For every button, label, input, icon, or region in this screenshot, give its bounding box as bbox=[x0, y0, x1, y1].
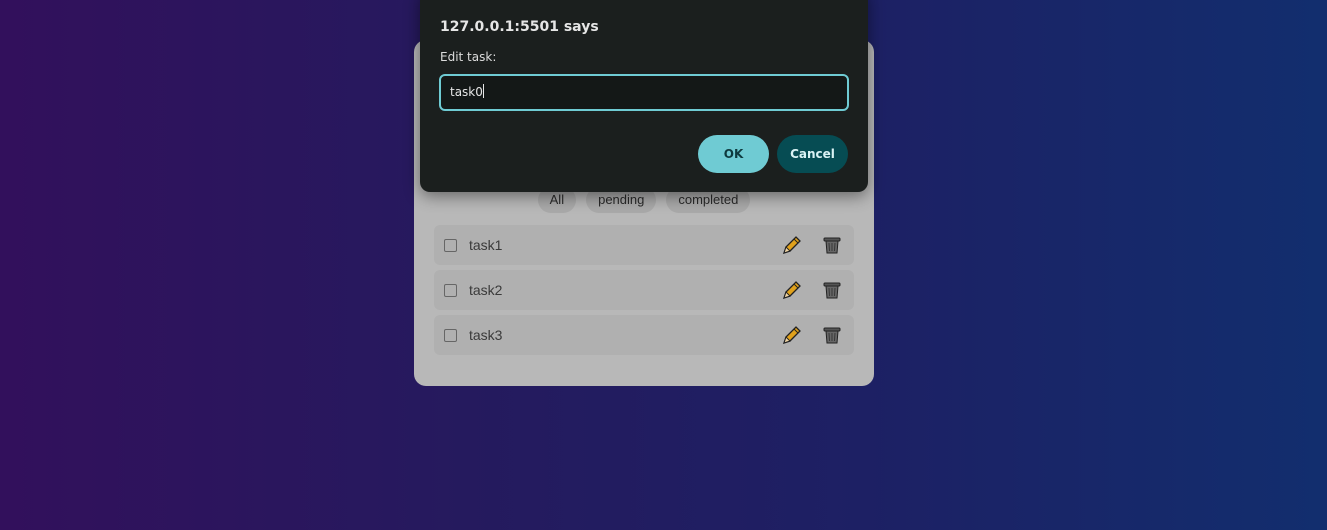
pencil-icon[interactable] bbox=[780, 233, 804, 257]
pencil-icon[interactable] bbox=[780, 323, 804, 347]
list-item: task3 bbox=[434, 315, 854, 355]
task-list: task1 task2 task3 bbox=[434, 225, 854, 360]
ok-button[interactable]: OK bbox=[698, 135, 769, 173]
dialog-message: Edit task: bbox=[440, 50, 497, 64]
task-checkbox[interactable] bbox=[444, 238, 457, 252]
edit-task-input-value: task0 bbox=[450, 85, 483, 99]
prompt-dialog: 127.0.0.1:5501 says Edit task: task0 OK … bbox=[420, 0, 868, 192]
trash-icon[interactable] bbox=[820, 323, 844, 347]
text-caret bbox=[482, 84, 484, 98]
list-item: task1 bbox=[434, 225, 854, 265]
task-text: task1 bbox=[469, 237, 503, 253]
task-checkbox[interactable] bbox=[444, 283, 457, 297]
trash-icon[interactable] bbox=[820, 233, 844, 257]
edit-task-input[interactable]: task0 bbox=[439, 74, 849, 111]
task-text: task3 bbox=[469, 327, 503, 343]
dialog-title: 127.0.0.1:5501 says bbox=[440, 19, 599, 35]
list-item: task2 bbox=[434, 270, 854, 310]
task-text: task2 bbox=[469, 282, 503, 298]
trash-icon[interactable] bbox=[820, 278, 844, 302]
cancel-button[interactable]: Cancel bbox=[777, 135, 848, 173]
pencil-icon[interactable] bbox=[780, 278, 804, 302]
task-checkbox[interactable] bbox=[444, 328, 457, 342]
